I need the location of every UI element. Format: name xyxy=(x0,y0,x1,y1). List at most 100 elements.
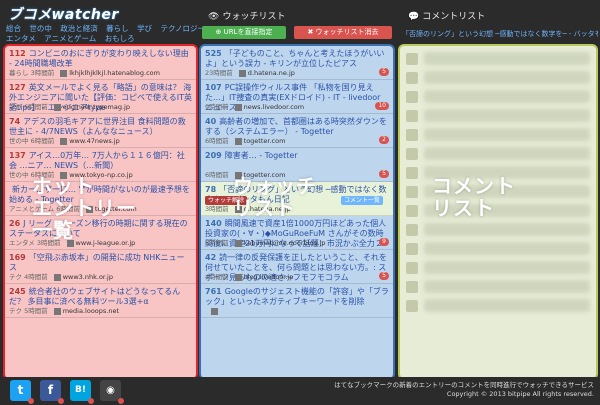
nav-item[interactable]: 学び xyxy=(137,24,152,33)
entry-meta: テク 4時間前 www3.nhk.or.jp xyxy=(9,271,113,281)
time-ago: 6時間前 xyxy=(30,137,55,145)
github-icon[interactable]: ◉ xyxy=(100,380,124,404)
bookmark-count: 40 xyxy=(205,117,217,126)
entry-meta: 9時間前 news.livedoor.com xyxy=(205,101,304,111)
entry-domain: media.looops.net xyxy=(62,307,120,315)
bookmark-count: 209 xyxy=(205,151,222,160)
hot-entry-item[interactable]: 127 英文メールでよく見る「略語」の意味は？ 海外エンジニアに聞いた【評価：コピ… xyxy=(5,80,196,114)
watch-entry-item[interactable]: 761 Googleのサジェスト機能の「許容」や「ブラック」といったネガティブキー… xyxy=(201,284,393,318)
user-avatar-icon xyxy=(406,280,418,293)
nav-item[interactable]: 政治と経済 xyxy=(60,24,98,33)
entry-title-link[interactable]: 統合者社のウェブサイトはどうなってるんだ？ 多目事に済べる無料ツール3選+α xyxy=(9,287,180,306)
entry-title-link[interactable]: アデスの羽毛キアアに世界注目 食料問題の救世主に - 4/7NEWS（よんななニ… xyxy=(9,117,186,136)
app-logo[interactable]: ブコメwatcher xyxy=(8,4,119,24)
category-label: 世の中 xyxy=(9,171,29,179)
bookmark-count: 74 xyxy=(9,117,21,126)
comment-count-badge: 5 xyxy=(379,272,389,280)
comment-list-button[interactable]: コメント一覧 xyxy=(341,196,384,205)
blurred-comment-text xyxy=(424,242,590,255)
favicon-icon xyxy=(53,103,61,111)
favicon-icon xyxy=(234,103,242,111)
category-label: エンタメ xyxy=(9,239,35,247)
comment-item xyxy=(406,90,590,103)
nav-item[interactable]: 暮らし xyxy=(106,24,129,33)
time-ago: 5時間前 xyxy=(24,307,48,315)
entry-title-link[interactable]: 障害者… - Togetter xyxy=(225,151,298,160)
watch-entry-item[interactable]: 42 読一律の反発保護を正したということ、それを何せていたことを、何ら問題とは思わ… xyxy=(201,250,393,284)
bookmark-count: 245 xyxy=(9,287,26,296)
favicon-icon xyxy=(53,307,61,315)
category-label: テク xyxy=(9,273,22,281)
entry-title-link[interactable]: Googleのサジェスト機能の「許容」や「ブラック」といったネガティブキーワード… xyxy=(205,287,389,306)
clear-watchlist-button[interactable]: ✖ ウォッチリスト消去 xyxy=(294,26,392,39)
comment-count-badge: 10 xyxy=(375,102,389,110)
entry-meta: 学び 6時間前 engineer.typemag.jp xyxy=(9,101,130,111)
entry-title-link[interactable]: 「空飛ぶ赤坂本」の開発に成功 NHKニュース xyxy=(9,253,185,272)
entry-title-link[interactable]: コンビニのおにぎりが変わり映えしない理由 - 24時間職場改革 xyxy=(9,49,189,68)
eye-icon: 👁 xyxy=(208,12,220,22)
time-ago: 6時間前 xyxy=(24,103,48,111)
comment-count-badge: 9 xyxy=(379,238,389,246)
favicon-icon xyxy=(234,137,242,145)
entry-title-link[interactable]: 「子どものこと、ちゃんと考えたほうがいいよ」という誤カ - キリンが立位したピア… xyxy=(205,49,384,68)
current-watch-title[interactable]: 「否諦のリング」という幻想 ─感動ではなく数字を─ - バッタもん日記 xyxy=(402,29,598,39)
entry-domain: news.livedoor.com xyxy=(243,103,305,111)
blurred-comment-text xyxy=(424,128,590,141)
watch-entry-item[interactable]: 40 高齢者の増加で、首都圏はある時突然ダウンをする（システムエラー） - Tog… xyxy=(201,114,393,148)
nav-item[interactable]: テクノロジー xyxy=(160,24,205,33)
favicon-icon xyxy=(53,273,61,281)
hot-entry-item[interactable]: 74 アデスの羽毛キアアに世界注目 食料問題の救世主に - 4/7NEWS（よんな… xyxy=(5,114,196,148)
entry-domain: www.47news.jp xyxy=(69,137,120,145)
entry-title-link[interactable]: 高齢者の増加で、首都圏はある時突然ダウンをする（システムエラー） - Toget… xyxy=(205,117,387,136)
nav-item[interactable]: 世の中 xyxy=(29,24,52,33)
watch-entry-item[interactable]: 525 「子どものこと、ちゃんと考えたほうがいいよ」という誤カ - キリンが立位し… xyxy=(201,46,393,80)
facebook-icon[interactable]: f xyxy=(40,380,64,404)
user-avatar-icon xyxy=(406,90,418,103)
favicon-icon xyxy=(211,307,218,315)
time-ago: 6時間前 xyxy=(205,171,229,179)
entry-meta: 世の中 6時間前 www.47news.jp xyxy=(9,135,120,145)
time-ago: 9時間前 xyxy=(205,103,229,111)
nav-item[interactable]: アニメとゲーム xyxy=(44,34,96,43)
entry-domain: kabumatome.doorblog.jp xyxy=(243,239,326,247)
hot-entry-item[interactable]: 112 コンビニのおにぎりが変わり映えしない理由 - 24時間職場改革 暮らし 3時… xyxy=(5,46,196,80)
category-label: テク xyxy=(9,307,22,315)
commentlist-heading: 💬 コメントリスト xyxy=(408,12,486,22)
hatena-bookmark-icon[interactable]: B! xyxy=(70,380,94,404)
bookmark-count: 761 xyxy=(205,287,222,296)
watch-entry-item[interactable]: 107 PC誤操作ウィルス事件 「私物を国り見えた…」IT捜査の真実(EXドロイド… xyxy=(201,80,393,114)
blurred-comment-text xyxy=(424,109,590,122)
user-avatar-icon xyxy=(406,185,418,198)
favicon-icon xyxy=(60,137,68,145)
blurred-comment-text xyxy=(424,261,590,274)
blurred-comment-text xyxy=(424,280,590,293)
bookmark-count: 140 xyxy=(205,219,222,228)
hot-entry-item[interactable]: 169 「空飛ぶ赤坂本」の開発に成功 NHKニュース テク 4時間前 www3.nhk… xyxy=(5,250,196,284)
entry-title-link[interactable]: アイス…0万年… 7万人から１１６億円：社会 …ニア… NEWS（…新聞） xyxy=(9,151,185,170)
entry-meta: テク 5時間前 media.looops.net xyxy=(9,305,119,315)
nav-item[interactable]: 総合 xyxy=(6,24,21,33)
user-avatar-icon xyxy=(406,299,418,312)
comment-item xyxy=(406,128,590,141)
entry-meta: 23時間前 d.hatena.ne.jp xyxy=(205,67,295,77)
time-ago: 4時間前 xyxy=(205,273,229,281)
favicon-icon xyxy=(60,69,68,77)
watch-entry-item[interactable]: 140 瞬間風速で資産1倍1000万円ほどあった個人投資家の(・∀・)◆MoGuR… xyxy=(201,216,393,250)
nav-item[interactable]: エンタメ xyxy=(6,34,36,43)
entry-domain: www3.nhk.or.jp xyxy=(62,273,113,281)
nav-item[interactable]: おもしろ xyxy=(105,34,135,43)
category-label: 暮らし xyxy=(9,69,29,77)
url-direct-button[interactable]: ⊕ URLを直接指定 xyxy=(202,26,286,39)
comment-item xyxy=(406,109,590,122)
twitter-icon[interactable]: t xyxy=(10,380,34,404)
entry-domain: lkhjklhjklkjl.hatenablog.com xyxy=(69,69,160,77)
user-avatar-icon xyxy=(406,223,418,236)
footer-text: はてなブックマークの新着のエントリーのコメントを同時進行でウォッチできるサービス… xyxy=(334,381,594,398)
footer: t f B! ◉ はてなブックマークの新着のエントリーのコメントを同時進行でウォ… xyxy=(0,377,600,405)
category-nav-row2: エンタメ アニメとゲーム おもしろ xyxy=(6,33,141,44)
entry-domain: togetter.com xyxy=(243,137,286,145)
user-avatar-icon xyxy=(406,52,418,65)
hot-entry-item[interactable]: 245 統合者社のウェブサイトはどうなってるんだ？ 多目事に済べる無料ツール3選+… xyxy=(5,284,196,318)
watchlist-overlay: ウォッチ リスト xyxy=(233,174,317,220)
entry-meta: 6時間前 togetter.com xyxy=(205,135,285,145)
